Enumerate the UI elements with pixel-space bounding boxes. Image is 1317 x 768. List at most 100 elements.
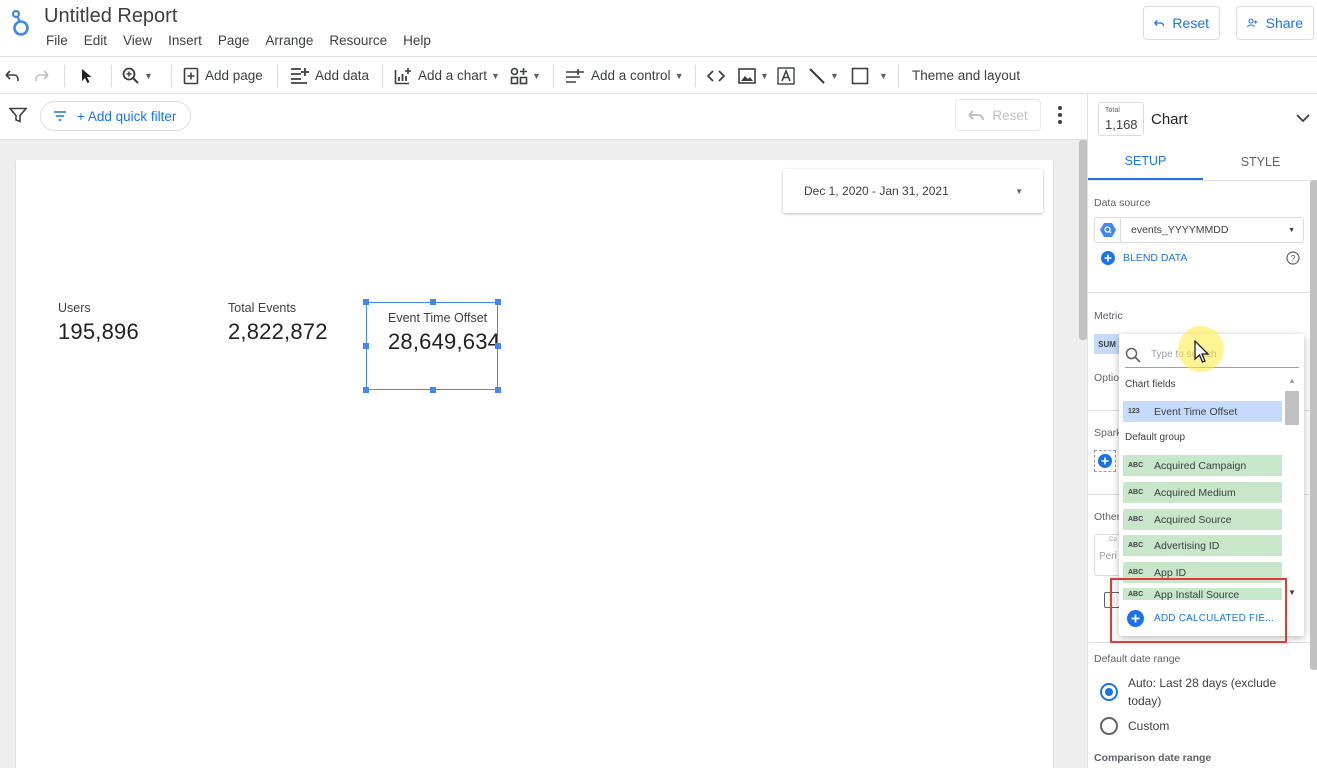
help-icon[interactable]: ? — [1286, 251, 1300, 265]
selected-chart-frame[interactable] — [363, 299, 501, 393]
text-button[interactable] — [777, 57, 795, 94]
add-chart-caret-icon: ▼ — [491, 70, 500, 81]
data-source-select[interactable]: events_YYYYMMDD ▼ — [1094, 217, 1304, 243]
add-data-button[interactable]: Add data — [289, 57, 369, 94]
menu-resource[interactable]: Resource — [329, 33, 387, 48]
auto-label: Auto: — [1128, 676, 1157, 690]
tab-style[interactable]: STYLE — [1203, 144, 1317, 180]
menu-insert[interactable]: Insert — [168, 33, 202, 48]
metric-label: Metric — [1094, 310, 1123, 322]
field-list-scroll-thumb[interactable] — [1285, 391, 1299, 425]
field-name: App ID — [1154, 566, 1187, 579]
date-range-control[interactable]: Dec 1, 2020 - Jan 31, 2021 ▼ — [783, 169, 1043, 213]
shape-button[interactable]: ▼ — [851, 57, 888, 94]
text-type-icon: ABC — [1128, 516, 1144, 523]
resize-handle[interactable] — [495, 387, 501, 393]
shape-caret-icon: ▼ — [879, 70, 888, 81]
more-vert-icon[interactable] — [1058, 106, 1062, 124]
filter-list-icon — [54, 111, 66, 121]
filter-reset-button[interactable]: Reset — [955, 99, 1041, 131]
scroll-down-icon[interactable]: ▼ — [1288, 588, 1296, 597]
field-item-acquired-campaign[interactable]: ABC Acquired Campaign — [1123, 455, 1282, 476]
field-item-acquired-source[interactable]: ABC Acquired Source — [1123, 509, 1282, 530]
text-type-icon: ABC — [1128, 542, 1144, 549]
redo-button[interactable] — [34, 57, 50, 94]
field-item-acquired-medium[interactable]: ABC Acquired Medium — [1123, 482, 1282, 503]
undo-button[interactable] — [4, 57, 20, 94]
chart-type-preview[interactable]: Total 1,168 — [1098, 102, 1144, 136]
field-item-advertising-id[interactable]: ABC Advertising ID — [1123, 535, 1282, 556]
field-item-event-time-offset[interactable]: 123 Event Time Offset — [1123, 401, 1282, 422]
custom-date-radio[interactable] — [1100, 717, 1118, 735]
blend-data-button[interactable]: BLEND DATA — [1101, 251, 1187, 265]
resize-handle[interactable] — [495, 299, 501, 305]
image-caret-icon: ▼ — [760, 70, 769, 81]
resize-handle[interactable] — [363, 387, 369, 393]
report-canvas — [0, 140, 1087, 768]
other-label: Other — [1094, 511, 1121, 523]
field-name: Event Time Offset — [1154, 405, 1238, 418]
menu-page[interactable]: Page — [218, 33, 250, 48]
scorecard-value: 195,896 — [58, 319, 139, 344]
filter-icon[interactable] — [9, 107, 27, 123]
report-page[interactable] — [16, 160, 1053, 768]
scorecard-total-events[interactable]: Total Events 2,822,872 — [228, 301, 328, 345]
resize-handle[interactable] — [430, 387, 436, 393]
add-sparkline-slot[interactable] — [1094, 450, 1116, 472]
panel-scrollbar[interactable] — [1310, 180, 1317, 670]
image-button[interactable]: ▼ — [738, 57, 769, 94]
add-data-label: Add data — [315, 68, 370, 83]
text-type-icon: ABC — [1128, 489, 1144, 496]
menu-bar: File Edit View Insert Page Arrange Resou… — [46, 33, 447, 48]
canvas-scrollbar[interactable] — [1079, 140, 1087, 340]
resize-handle[interactable] — [430, 299, 436, 305]
scorecard-label: Total Events — [228, 301, 297, 315]
looker-studio-logo-icon[interactable] — [10, 8, 32, 38]
menu-arrange[interactable]: Arrange — [265, 33, 313, 48]
theme-layout-button[interactable]: Theme and layout — [912, 57, 1020, 94]
report-title[interactable]: Untitled Report — [44, 5, 177, 28]
undo-arrow-icon — [968, 110, 985, 121]
default-group-header: Default group — [1125, 432, 1186, 443]
reset-button[interactable]: Reset — [1143, 6, 1220, 40]
add-control-label: Add a control — [591, 68, 671, 83]
add-circle-icon — [1101, 251, 1115, 265]
panel-tabs: SETUP STYLE — [1088, 144, 1317, 181]
add-quick-filter-button[interactable]: + Add quick filter — [40, 101, 192, 131]
resize-handle[interactable] — [363, 299, 369, 305]
number-type-icon: 123 — [1128, 408, 1140, 415]
community-viz-caret-icon: ▼ — [532, 70, 541, 81]
menu-edit[interactable]: Edit — [84, 33, 107, 48]
add-page-button[interactable]: Add page — [183, 57, 263, 94]
highlight-annotation-box — [1110, 578, 1287, 643]
scroll-up-icon[interactable]: ▲ — [1288, 376, 1296, 385]
community-viz-button[interactable]: ▼ — [510, 57, 541, 94]
auto-date-radio[interactable] — [1100, 683, 1118, 701]
tab-setup[interactable]: SETUP — [1088, 144, 1203, 180]
zoom-in-icon — [122, 67, 139, 84]
resize-handle[interactable] — [495, 343, 501, 349]
text-type-icon: ABC — [1128, 569, 1144, 576]
line-button[interactable]: ▼ — [808, 57, 839, 94]
resize-handle[interactable] — [363, 343, 369, 349]
add-page-icon — [183, 67, 199, 84]
share-button[interactable]: Share — [1236, 6, 1314, 40]
chevron-down-icon[interactable] — [1296, 114, 1310, 123]
custom-date-label: Custom — [1128, 719, 1170, 733]
text-box-icon — [777, 66, 795, 85]
embed-url-button[interactable] — [706, 57, 726, 94]
menu-file[interactable]: File — [46, 33, 68, 48]
chart-fields-header: Chart fields — [1125, 379, 1176, 390]
scorecard-users[interactable]: Users 195,896 — [58, 301, 139, 345]
add-chart-button[interactable]: Add a chart ▼ — [394, 57, 500, 94]
community-visualization-icon — [510, 67, 528, 84]
data-source-value: events_YYYYMMDD — [1131, 224, 1229, 236]
menu-help[interactable]: Help — [403, 33, 431, 48]
zoom-button[interactable]: ▼ — [122, 57, 153, 94]
menu-view[interactable]: View — [123, 33, 152, 48]
date-range-value: Dec 1, 2020 - Jan 31, 2021 — [804, 184, 949, 198]
metric-aggregation-chip[interactable]: SUM — [1094, 334, 1120, 354]
total-preview-value: 1,168 — [1105, 117, 1138, 132]
add-control-button[interactable]: Add a control ▼ — [565, 57, 683, 94]
select-tool-button[interactable] — [81, 57, 93, 94]
